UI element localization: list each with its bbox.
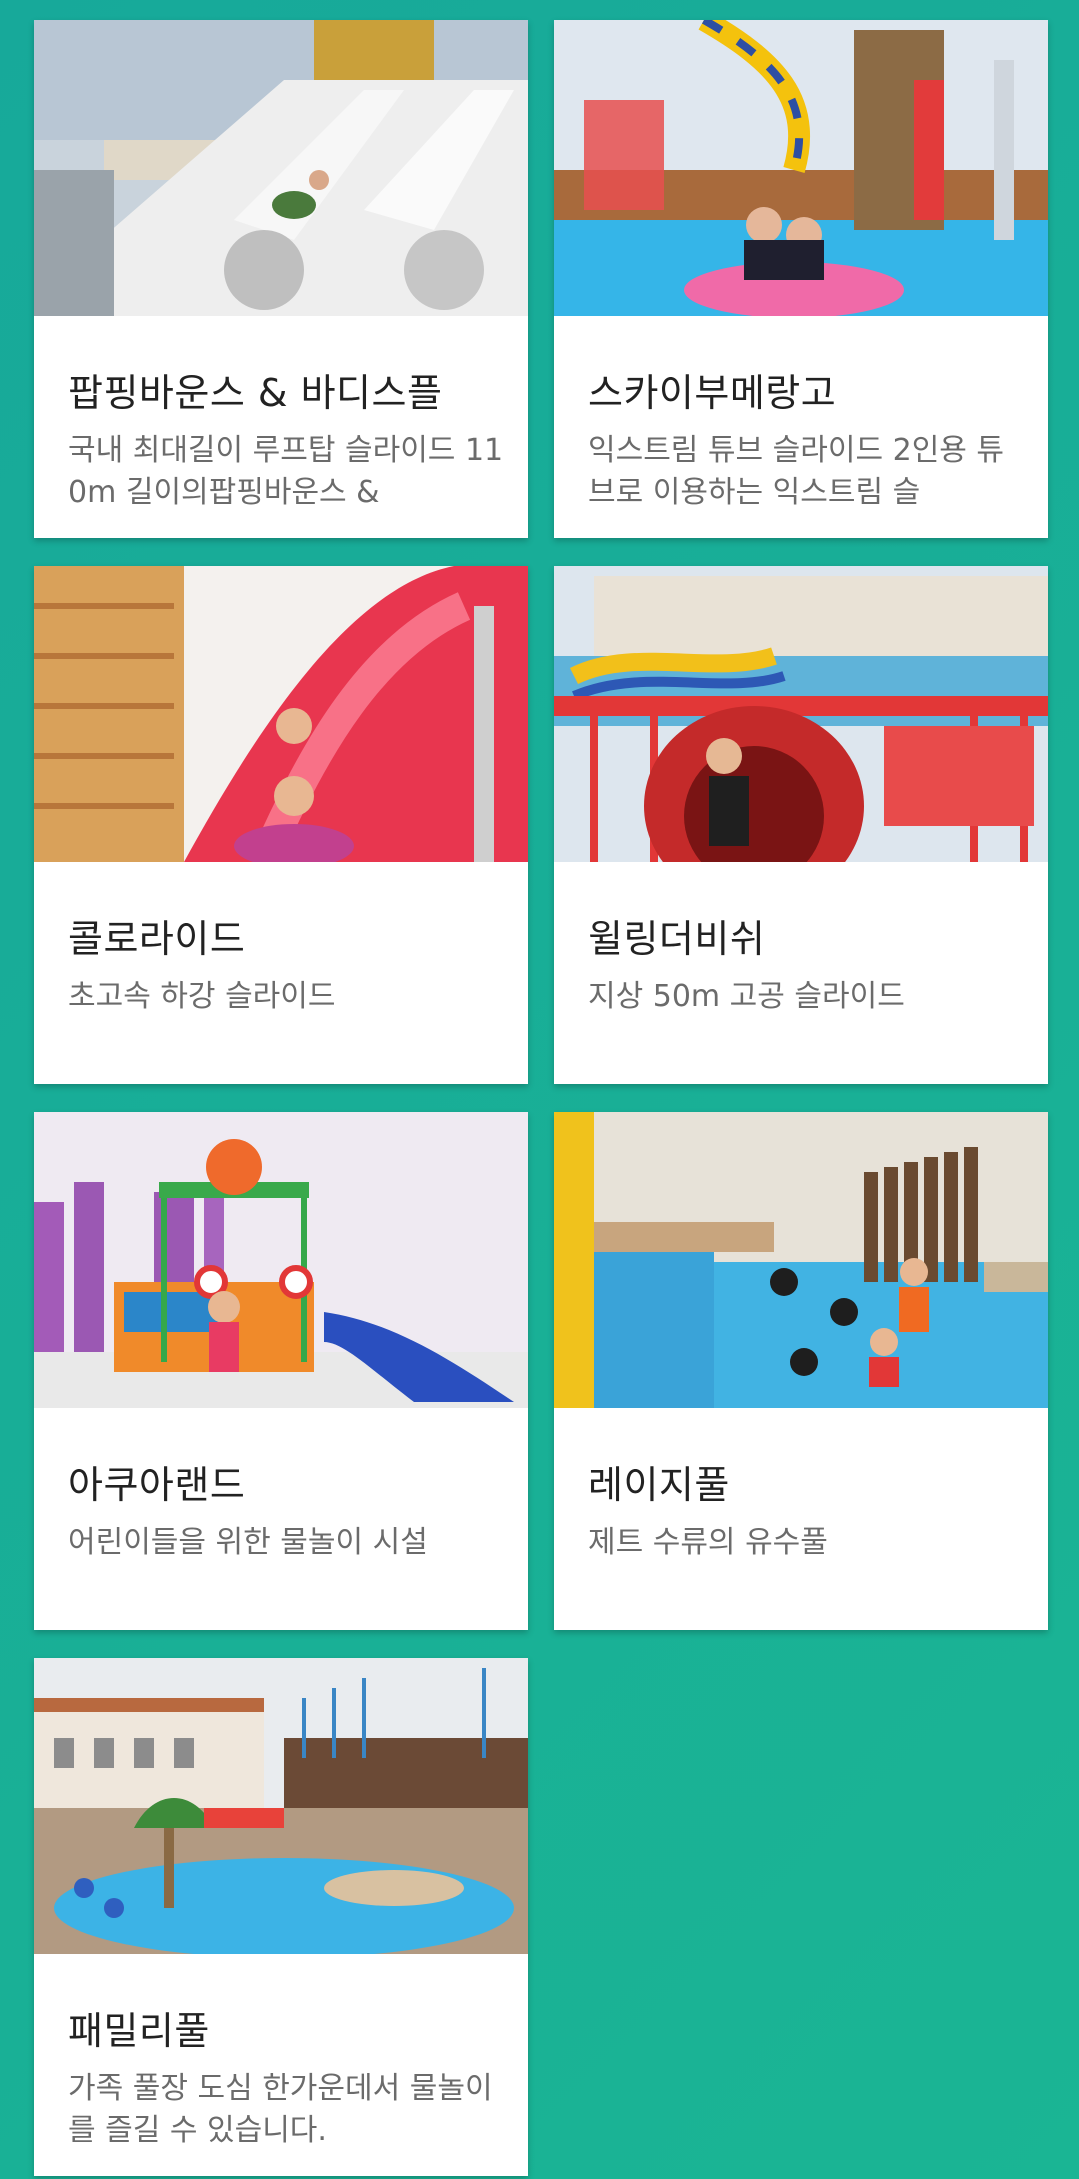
sky-boomerango-photo bbox=[554, 20, 1048, 316]
aqualand-photo bbox=[34, 1112, 528, 1408]
attraction-title: 윌링더비쉬 bbox=[588, 917, 766, 961]
attraction-card-popping-bounce[interactable]: 팝핑바운스 & 바디스플 국내 최대길이 루프탑 슬라이드 110m 길이의팝핑… bbox=[34, 20, 528, 538]
attraction-description: 국내 최대길이 루프탑 슬라이드 110m 길이의팝핑바운스 & bbox=[68, 433, 504, 510]
attraction-description: 가족 풀장 도심 한가운데서 물놀이를 즐길 수 있습니다. bbox=[68, 2071, 493, 2148]
attraction-card-colo-ride[interactable]: 콜로라이드 초고속 하강 슬라이드 bbox=[34, 566, 528, 1084]
family-pool-photo bbox=[34, 1658, 528, 1954]
attraction-description: 초고속 하강 슬라이드 bbox=[68, 979, 336, 1014]
whirling-dervish-photo bbox=[554, 566, 1048, 862]
attraction-title: 레이지풀 bbox=[588, 1463, 730, 1507]
attraction-card-aqualand[interactable]: 아쿠아랜드 어린이들을 위한 물놀이 시설 bbox=[34, 1112, 528, 1630]
attraction-card-sky-boomerango[interactable]: 스카이부메랑고 익스트림 튜브 슬라이드 2인용 튜브로 이용하는 익스트림 슬 bbox=[554, 20, 1048, 538]
attraction-description: 지상 50m 고공 슬라이드 bbox=[588, 979, 905, 1014]
attraction-title: 콜로라이드 bbox=[68, 917, 246, 961]
popping-bounce-slide-photo bbox=[34, 20, 528, 316]
attraction-title: 패밀리풀 bbox=[68, 2009, 210, 2053]
attraction-description: 익스트림 튜브 슬라이드 2인용 튜브로 이용하는 익스트림 슬 bbox=[588, 433, 1005, 510]
attraction-description: 어린이들을 위한 물놀이 시설 bbox=[68, 1525, 428, 1560]
colo-ride-photo bbox=[34, 566, 528, 862]
attraction-card-family-pool[interactable]: 패밀리풀 가족 풀장 도심 한가운데서 물놀이를 즐길 수 있습니다. bbox=[34, 1658, 528, 2176]
attraction-card-whirling-dervish[interactable]: 윌링더비쉬 지상 50m 고공 슬라이드 bbox=[554, 566, 1048, 1084]
attraction-title: 아쿠아랜드 bbox=[68, 1463, 246, 1507]
attraction-description: 제트 수류의 유수풀 bbox=[588, 1525, 828, 1560]
attraction-title: 팝핑바운스 & 바디스플 bbox=[68, 371, 443, 415]
lazy-pool-photo bbox=[554, 1112, 1048, 1408]
attraction-card-lazy-pool[interactable]: 레이지풀 제트 수류의 유수풀 bbox=[554, 1112, 1048, 1630]
attraction-title: 스카이부메랑고 bbox=[588, 371, 837, 415]
